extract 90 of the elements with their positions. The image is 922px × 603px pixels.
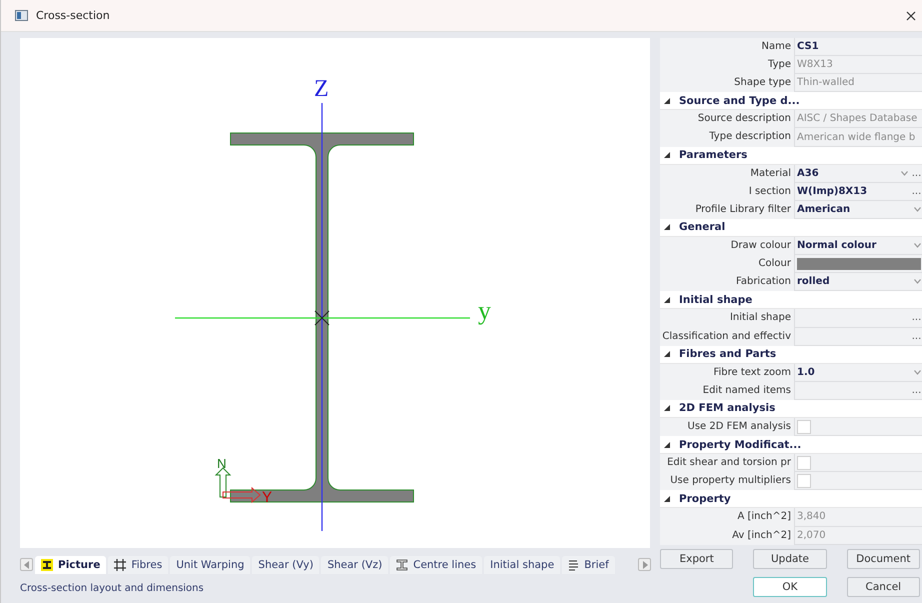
property-label: Edit named items [702, 384, 792, 398]
property-label: Initial shape [728, 311, 792, 326]
property-label: Draw colour [730, 239, 792, 254]
view-tab[interactable]: Fibres [108, 556, 168, 574]
property-value[interactable]: rolled [797, 276, 830, 288]
property-label: Use 2D FEM analysis [686, 420, 792, 434]
checkbox[interactable] [797, 420, 811, 434]
property-label: Fibre text zoom [712, 366, 792, 380]
document-icon [568, 558, 580, 570]
centroid-cross-icon [314, 310, 330, 326]
view-tab[interactable]: Picture [35, 556, 106, 574]
section-header[interactable]: Parameters [679, 149, 748, 162]
property-label: A [inch^2] [736, 510, 792, 524]
collapse-arrow-icon[interactable] [664, 224, 670, 230]
collapse-arrow-icon[interactable] [664, 351, 670, 358]
frame-icon [114, 558, 126, 570]
collapse-arrow-icon[interactable] [664, 405, 670, 412]
colour-swatch[interactable] [797, 258, 922, 270]
dropdown-caret-icon[interactable] [914, 243, 922, 248]
property-value[interactable]: W(Imp)8X13 [797, 186, 868, 197]
window-title: Cross-section [36, 9, 111, 22]
property-value: 3,840 [797, 511, 826, 522]
property-label: Profile Library filter [694, 202, 792, 217]
view-tab[interactable]: Shear (Vy) [252, 556, 320, 574]
property-label: Type description [708, 130, 792, 144]
dropdown-caret-icon[interactable] [914, 279, 922, 284]
dialog-button[interactable]: Cancel [846, 577, 920, 597]
property-label: Name [760, 40, 792, 54]
dialog-button[interactable]: Document [846, 549, 920, 569]
section-header[interactable]: Initial shape [679, 294, 752, 306]
view-tab[interactable]: Unit Warping [170, 556, 250, 574]
property-label: Type [767, 58, 792, 72]
property-value: American wide flange b [797, 132, 916, 143]
scroll-right-button[interactable] [638, 558, 651, 571]
status-text: Cross-section layout and dimensions [20, 583, 205, 594]
checkbox[interactable] [797, 474, 811, 488]
collapse-arrow-icon[interactable] [664, 296, 670, 303]
i-beam-outline-icon [396, 558, 408, 570]
property-label: Shape type [733, 76, 792, 90]
property-label: Use property multipliers [669, 474, 792, 488]
property-value[interactable]: American [797, 204, 850, 215]
dialog-button[interactable]: Export [660, 549, 734, 569]
right-arrow-icon [642, 560, 648, 568]
property-label: I section [748, 184, 792, 199]
property-label: Fabrication [735, 275, 792, 290]
dialog-button[interactable]: Update [753, 549, 827, 569]
ellipsis-button[interactable]: ... [912, 186, 922, 197]
dropdown-caret-icon[interactable] [914, 370, 922, 375]
property-label: Edit shear and torsion pr [666, 456, 792, 470]
i-beam-icon [41, 558, 53, 570]
collapse-arrow-icon[interactable] [664, 98, 670, 104]
checkbox[interactable] [797, 456, 811, 470]
view-tab[interactable]: Shear (Vz) [321, 556, 388, 574]
property-label: Material [749, 166, 792, 181]
ellipsis-button[interactable]: ... [912, 168, 922, 179]
y-arrow-icon [222, 486, 261, 504]
dropdown-caret-icon[interactable] [914, 206, 922, 212]
collapse-arrow-icon[interactable] [664, 442, 670, 448]
n-axis-label: N [217, 456, 226, 471]
property-value: AISC / Shapes Database [797, 113, 918, 124]
property-value: 2,070 [797, 530, 826, 541]
property-label: Classification and effectiv [661, 330, 792, 344]
scroll-left-button[interactable] [20, 558, 33, 571]
property-label: Av [inch^2] [731, 528, 792, 543]
property-value[interactable]: A36 [797, 168, 819, 179]
left-arrow-icon [24, 560, 30, 568]
collapse-arrow-icon[interactable] [664, 496, 670, 502]
z-axis-label: Z [314, 76, 329, 102]
property-label: Source description [696, 112, 792, 126]
section-header[interactable]: General [679, 221, 726, 234]
view-tab[interactable]: Initial shape [484, 556, 560, 574]
collapse-arrow-icon[interactable] [664, 152, 670, 158]
ellipsis-button[interactable]: ... [912, 384, 922, 396]
n-arrow-icon [214, 467, 232, 498]
section-header[interactable]: Property [679, 492, 731, 505]
property-value: W8X13 [797, 59, 833, 70]
dropdown-caret-icon[interactable] [900, 170, 908, 176]
property-label: Colour [758, 257, 792, 272]
view-tab[interactable]: Centre lines [390, 556, 482, 574]
view-tab[interactable]: Brief [562, 556, 615, 574]
window-icon [15, 10, 28, 21]
dialog-button[interactable]: OK [753, 577, 827, 597]
ellipsis-button[interactable]: ... [912, 330, 922, 342]
property-value[interactable]: Normal colour [797, 240, 876, 252]
ellipsis-button[interactable]: ... [912, 312, 922, 324]
close-icon[interactable] [906, 10, 916, 20]
property-value[interactable]: 1.0 [797, 366, 815, 378]
property-value[interactable]: CS1 [797, 41, 819, 52]
property-value: Thin-walled [797, 77, 855, 88]
y-axis-label: y [478, 296, 491, 325]
